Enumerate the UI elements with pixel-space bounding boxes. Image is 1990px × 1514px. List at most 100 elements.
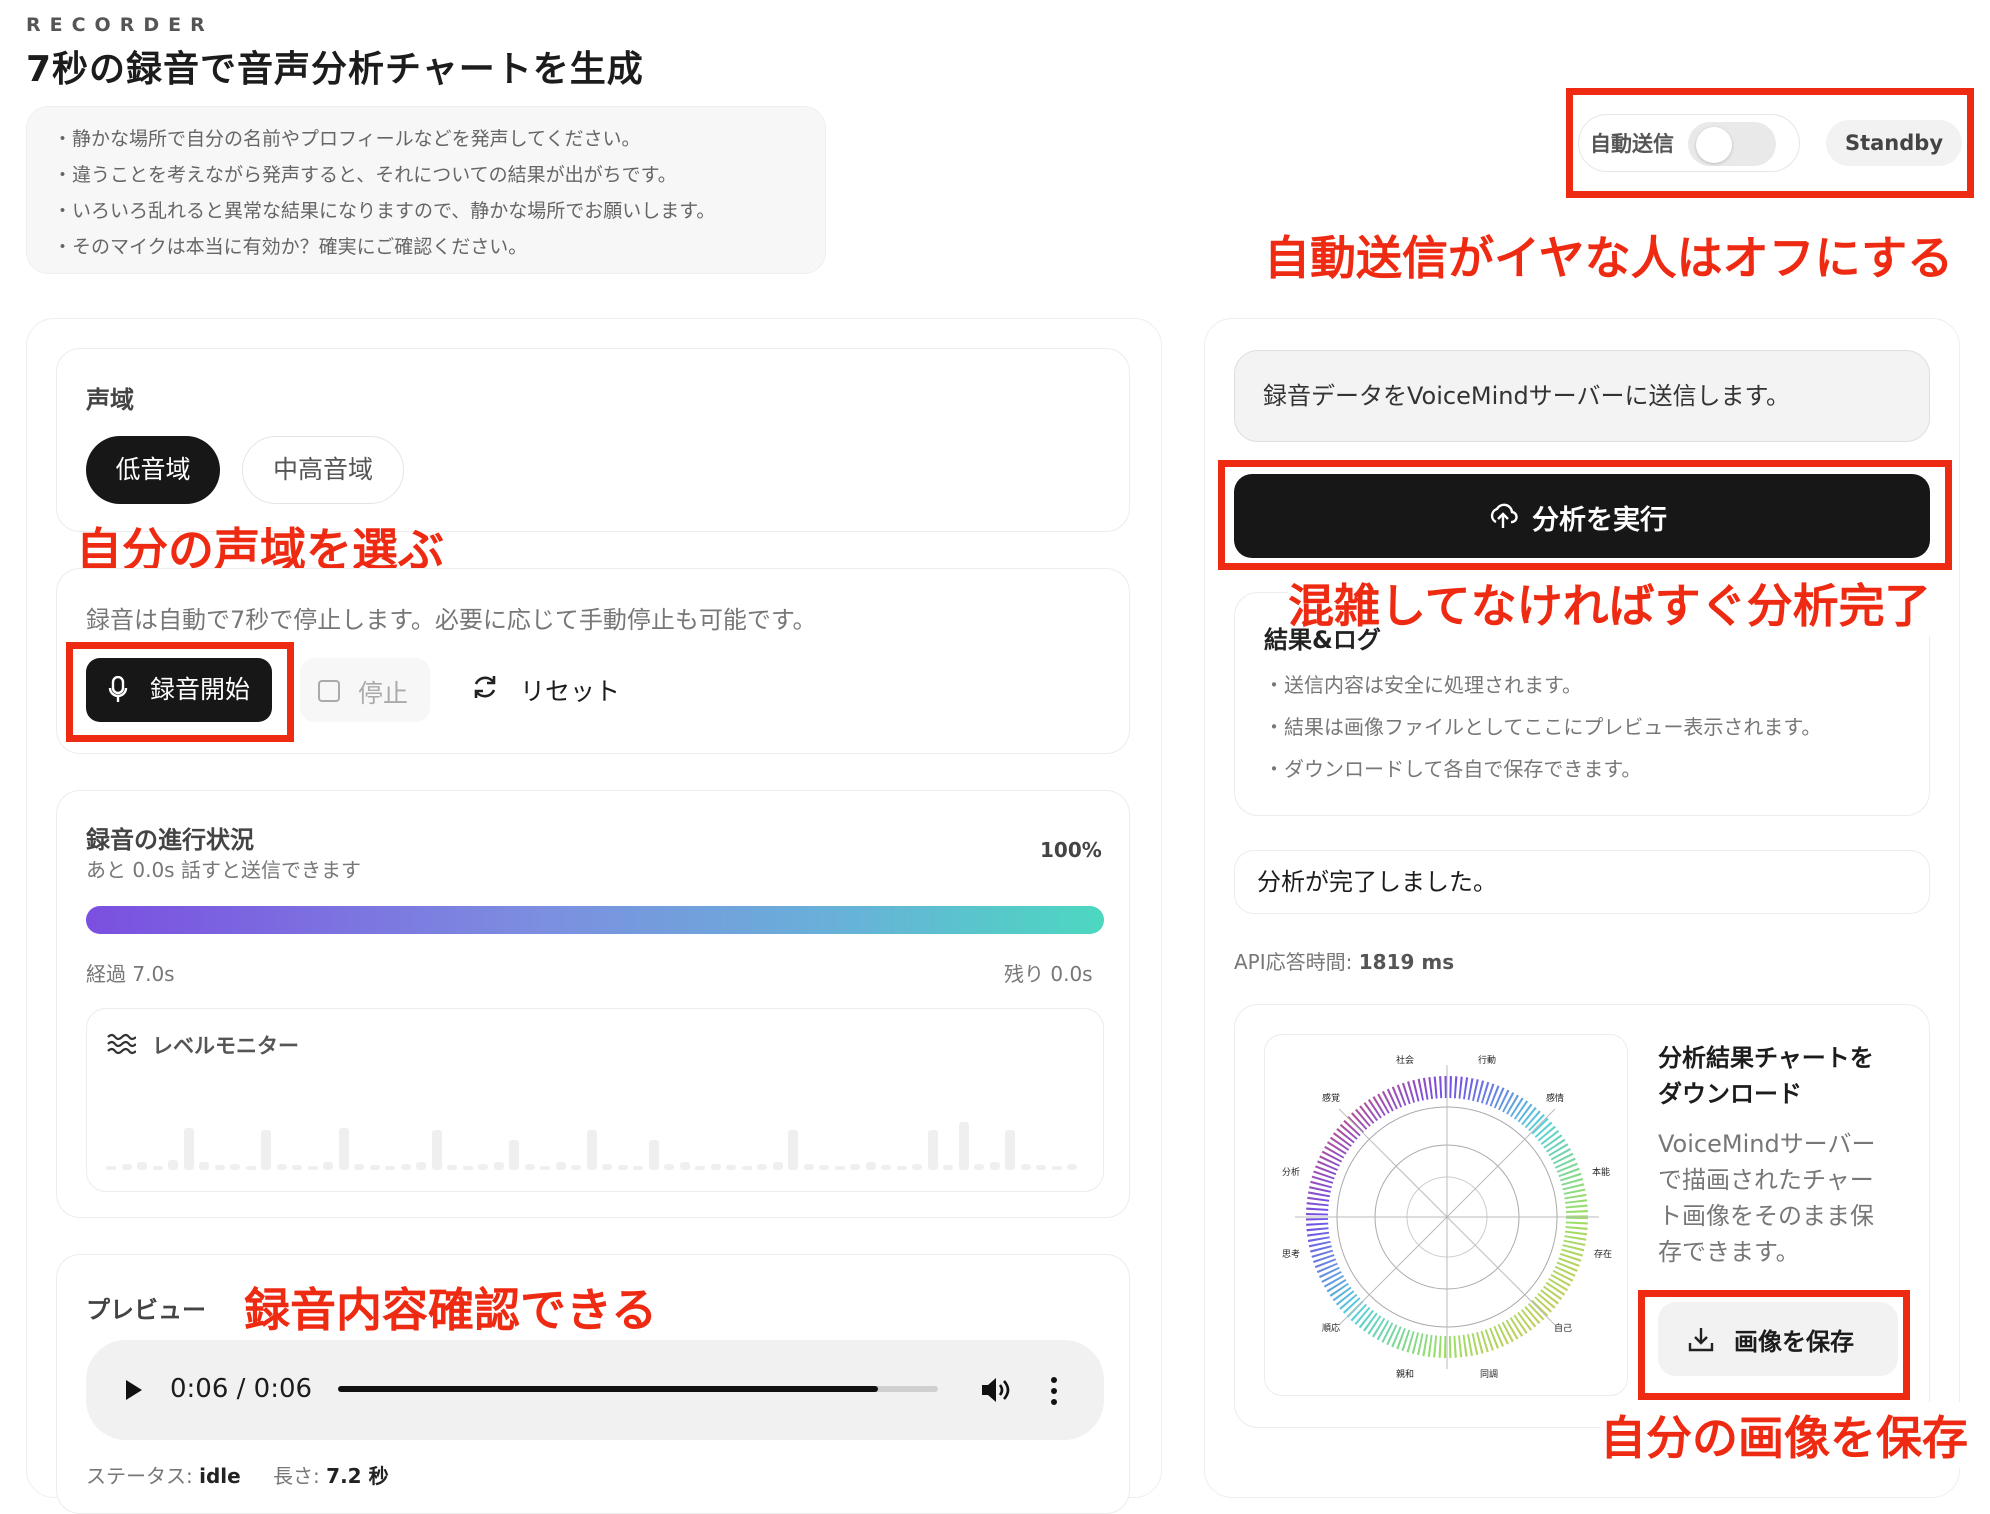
level-bar (369, 1165, 380, 1170)
stop-button[interactable]: 停止 (300, 658, 430, 722)
progress-subtitle: あと 0.0s 話すと送信できます (86, 858, 361, 882)
reset-icon[interactable] (470, 672, 500, 702)
instruction-line: ・違うことを考えながら発声すると、それについての結果が出がちです。 (53, 164, 677, 186)
more-options-icon[interactable] (1048, 1376, 1060, 1406)
level-bar (602, 1164, 612, 1170)
level-bar (493, 1162, 504, 1170)
annotation-box-record (66, 642, 294, 742)
download-title-line: ダウンロード (1658, 1080, 1802, 1108)
level-bar (943, 1165, 953, 1170)
chart-label: 順応 (1322, 1322, 1340, 1334)
chart-label: 存在 (1594, 1248, 1612, 1260)
level-bar (834, 1166, 845, 1170)
chart-label: 行動 (1478, 1054, 1496, 1066)
reset-button[interactable]: リセット (520, 672, 620, 708)
level-bar (183, 1128, 194, 1170)
log-item: ・ダウンロードして各自で保存できます。 (1264, 757, 1642, 781)
level-bar (385, 1166, 395, 1170)
level-bar (865, 1162, 876, 1170)
level-bar (896, 1166, 907, 1170)
level-bar (664, 1164, 674, 1170)
level-bar (1036, 1165, 1046, 1170)
level-bar (400, 1164, 411, 1170)
level-bar (276, 1164, 287, 1170)
annotation-auto-send: 自動送信がイヤな人はオフにする (1264, 231, 1954, 285)
voice-range-title: 声域 (86, 386, 134, 414)
annotation-save: 自分の画像を保存 (1600, 1402, 1968, 1468)
send-message: 録音データをVoiceMindサーバーに送信します。 (1234, 350, 1930, 442)
audio-scrubber[interactable] (338, 1386, 938, 1392)
level-bar (462, 1166, 473, 1170)
level-bar (106, 1166, 116, 1170)
level-bar (648, 1140, 659, 1170)
level-bar (307, 1166, 318, 1170)
level-bar (199, 1162, 209, 1170)
range-option-low[interactable]: 低音域 (86, 436, 220, 504)
level-bar (695, 1166, 705, 1170)
level-bar (447, 1165, 457, 1170)
level-bar (633, 1166, 643, 1170)
level-bar (137, 1162, 147, 1170)
log-list: ・送信内容は安全に処理されます。 ・結果は画像ファイルとしてここにプレビュー表示… (1264, 664, 1821, 790)
progress-percent: 100% (1040, 838, 1102, 862)
level-bar (958, 1122, 969, 1170)
level-bar (524, 1164, 535, 1170)
level-bar (850, 1164, 860, 1170)
preview-title: プレビュー (86, 1296, 206, 1324)
progress-fill (86, 906, 1104, 934)
analysis-chart-image: 社会 行動 感情 本能 存在 自己 同調 親和 順応 思考 分析 感覚 (1282, 1054, 1612, 1380)
level-bar (230, 1164, 240, 1170)
chart-preview[interactable]: 社会 行動 感情 本能 存在 自己 同調 親和 順応 思考 分析 感覚 (1264, 1034, 1628, 1396)
eyebrow-label: RECORDER (26, 14, 214, 36)
chart-label: 思考 (1282, 1249, 1300, 1260)
volume-icon[interactable] (980, 1376, 1012, 1404)
download-desc-line: ト画像をそのまま保 (1658, 1202, 1874, 1230)
level-bar (338, 1128, 349, 1170)
range-option-high[interactable]: 中高音域 (242, 436, 404, 504)
waves-icon (107, 1033, 136, 1055)
level-bar (741, 1166, 752, 1170)
log-item: ・送信内容は安全に処理されます。 (1264, 673, 1582, 697)
instructions-box: ・静かな場所で自分の名前やプロフィールなどを発声してください。 ・違うことを考え… (26, 106, 826, 274)
remaining-time: 残り 0.0s (1004, 962, 1093, 986)
level-bar (927, 1130, 938, 1170)
level-bar (1067, 1164, 1077, 1170)
stop-icon (318, 680, 340, 702)
level-bar (245, 1166, 256, 1170)
level-bar (509, 1140, 519, 1170)
play-icon[interactable] (124, 1379, 144, 1401)
chart-label: 社会 (1396, 1054, 1414, 1066)
level-bar (788, 1130, 798, 1170)
chart-label: 自己 (1554, 1322, 1572, 1334)
level-bar (586, 1130, 597, 1170)
status-value: idle (199, 1464, 241, 1488)
instruction-line: ・静かな場所で自分の名前やプロフィールなどを発声してください。 (53, 128, 641, 150)
level-bar (974, 1164, 984, 1170)
chart-label: 分析 (1282, 1166, 1300, 1178)
page-title: 7秒の録音で音声分析チャートを生成 (26, 49, 644, 90)
level-bar (1005, 1130, 1015, 1170)
download-desc-line: で描画されたチャー (1658, 1166, 1874, 1194)
annotation-box-run (1218, 460, 1952, 570)
level-bar (710, 1164, 721, 1170)
chart-label: 感覚 (1322, 1092, 1340, 1104)
level-bar (571, 1165, 581, 1170)
elapsed-time: 経過 7.0s (86, 962, 175, 986)
level-bar (431, 1130, 442, 1170)
level-bar (1051, 1166, 1062, 1170)
level-bar (261, 1130, 271, 1170)
level-bar (540, 1166, 550, 1170)
api-value: 1819 ms (1358, 950, 1455, 974)
api-prefix: API応答時間: (1234, 950, 1353, 974)
length-prefix: 長さ: (273, 1464, 320, 1488)
level-bar (1020, 1164, 1031, 1170)
level-bar (555, 1162, 566, 1170)
level-bars (106, 1100, 1086, 1170)
progress-track (86, 906, 1104, 934)
annotation-box-save (1638, 1290, 1910, 1400)
level-monitor-title: レベルモニター (152, 1034, 299, 1058)
level-bar (679, 1162, 690, 1170)
level-bar (478, 1164, 488, 1170)
level-bar (726, 1165, 736, 1170)
length-value: 7.2 秒 (326, 1464, 389, 1488)
